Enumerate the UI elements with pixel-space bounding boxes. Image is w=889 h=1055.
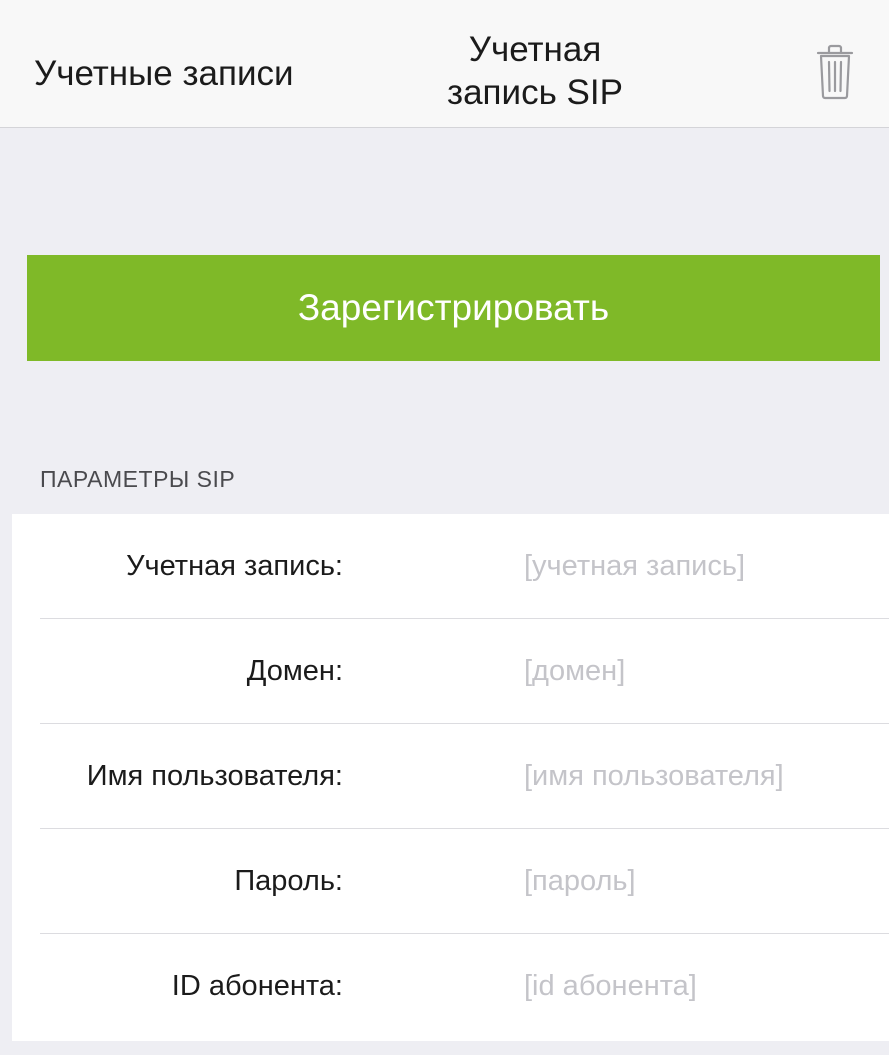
register-button[interactable]: Зарегистрировать [27, 255, 880, 361]
caller-id-field-label: ID абонента: [171, 970, 343, 1002]
delete-account-button[interactable] [810, 42, 860, 102]
password-field-label: Пароль: [234, 865, 343, 897]
password-input[interactable] [524, 857, 879, 905]
username-input[interactable] [524, 752, 879, 800]
form-row-domain: Домен: [12, 619, 889, 724]
navigation-bar: Учетные записи Учетная запись SIP [0, 0, 889, 128]
form-row-account: Учетная запись: [12, 514, 889, 619]
username-field-label: Имя пользователя: [86, 760, 343, 792]
page-title: Учетная запись SIP [447, 30, 623, 112]
domain-input[interactable] [524, 647, 879, 695]
form-row-password: Пароль: [12, 829, 889, 934]
account-field-label: Учетная запись: [126, 550, 343, 582]
caller-id-input[interactable] [524, 962, 879, 1010]
domain-field-label: Домен: [246, 655, 343, 687]
sip-params-form: Учетная запись: Домен: Имя пользователя:… [12, 514, 889, 1041]
form-row-username: Имя пользователя: [12, 724, 889, 829]
account-input[interactable] [524, 542, 879, 590]
back-button-accounts[interactable]: Учетные записи [34, 52, 294, 96]
section-header-sip-params: ПАРАМЕТРЫ SIP [40, 466, 236, 492]
form-row-caller-id: ID абонента: [12, 934, 889, 1039]
trash-icon [816, 44, 854, 100]
